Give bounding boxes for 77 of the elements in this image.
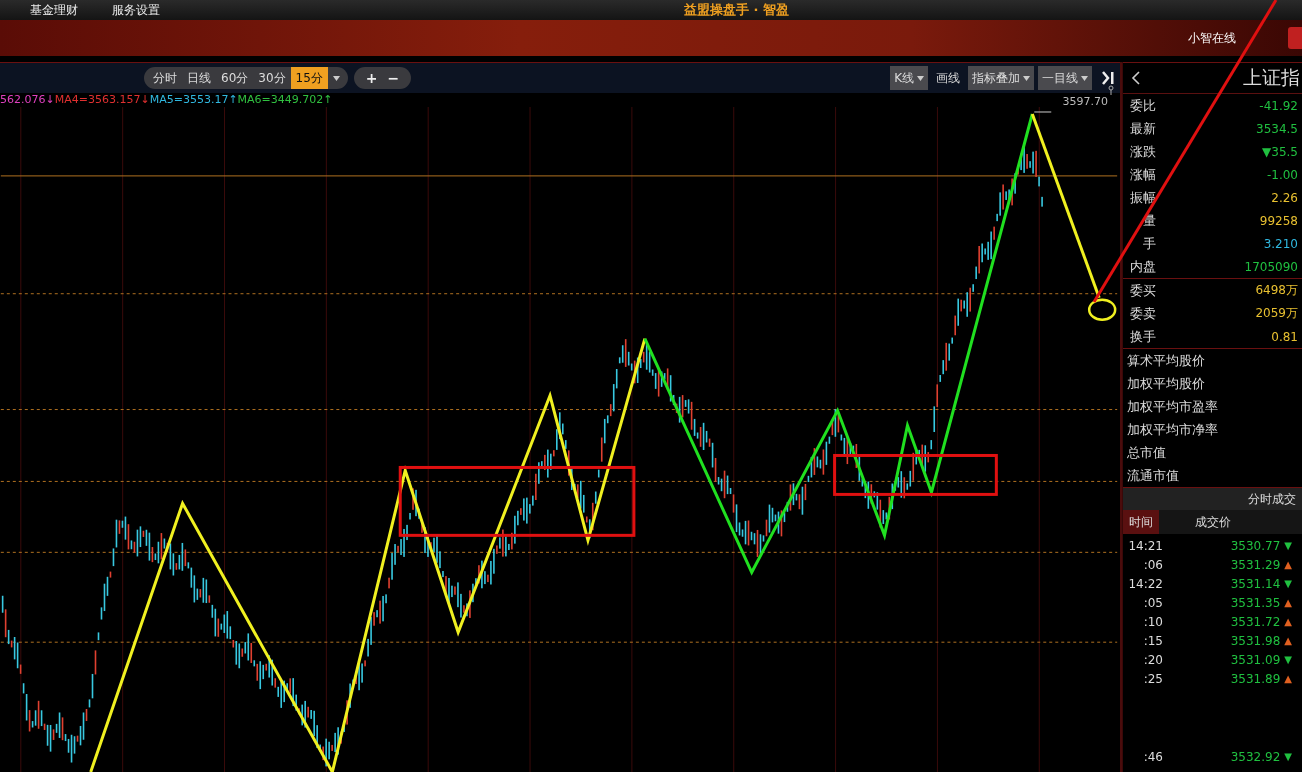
stat-value: 2059万 bbox=[1255, 305, 1298, 322]
stat-label: 手 bbox=[1142, 234, 1156, 253]
tick-time: 14:22 bbox=[1127, 576, 1163, 591]
tick-time: :10 bbox=[1142, 614, 1163, 629]
stat-label: 涨幅 bbox=[1129, 165, 1156, 184]
change-arrow: ▼ bbox=[1284, 654, 1292, 665]
column-header[interactable]: 时间 bbox=[1123, 510, 1159, 534]
period-tab[interactable]: 日线 bbox=[182, 67, 216, 89]
zoom-button[interactable]: − bbox=[387, 70, 400, 86]
app-title: 益盟操盘手 · 智盈 bbox=[684, 1, 789, 19]
period-tab[interactable]: 60分 bbox=[216, 67, 254, 89]
indicator-item[interactable]: 加权平均市净率 bbox=[1123, 418, 1302, 441]
ma-value: MA5=3553.17↑ bbox=[149, 93, 238, 107]
toolbar-button[interactable]: K线 bbox=[890, 66, 928, 90]
tick-price: 3531.09 bbox=[1230, 652, 1281, 667]
stat-value: ▼35.5 bbox=[1262, 144, 1298, 159]
tick-time: :06 bbox=[1142, 557, 1163, 572]
stat-label: 最新 bbox=[1129, 119, 1156, 138]
menu-item[interactable]: 服务设置 bbox=[112, 1, 160, 19]
stat-value: 99258 bbox=[1259, 213, 1298, 228]
stat-value: 1705090 bbox=[1244, 259, 1298, 274]
tick-price: 3531.72 bbox=[1230, 614, 1281, 629]
toolbar-button[interactable]: 一目线 bbox=[1038, 66, 1092, 90]
tick-price: 3531.29 bbox=[1230, 557, 1281, 572]
high-price-label: 3597.70 bbox=[1062, 95, 1108, 108]
period-tab[interactable]: 30分 bbox=[253, 67, 291, 89]
indicator-item[interactable]: 算术平均股价 bbox=[1123, 349, 1302, 372]
index-title: 上证指 bbox=[1243, 65, 1300, 90]
change-arrow: ▲ bbox=[1284, 635, 1292, 646]
stat-label: 内盘 bbox=[1129, 257, 1156, 276]
change-arrow: ▼ bbox=[1284, 540, 1292, 551]
toolbar-button[interactable]: 指标叠加 bbox=[968, 66, 1034, 90]
menu-item[interactable]: 基金理财 bbox=[30, 1, 78, 19]
stat-value: -41.92 bbox=[1259, 98, 1298, 113]
tick-price: 3532.92 bbox=[1230, 749, 1281, 764]
stat-label: 委卖 bbox=[1129, 304, 1156, 323]
tick-price: 3530.77 bbox=[1230, 538, 1281, 553]
period-tab[interactable]: 15分 bbox=[290, 67, 328, 89]
tick-time: :20 bbox=[1142, 652, 1163, 667]
change-arrow: ▲ bbox=[1284, 597, 1292, 608]
tick-time: :25 bbox=[1142, 671, 1163, 686]
online-status[interactable]: 小智在线 bbox=[1188, 29, 1236, 47]
ma-value: 562.076↓ bbox=[0, 93, 55, 107]
indicator-item[interactable]: 流通市值 bbox=[1123, 464, 1302, 487]
panel-header: 分时成交 bbox=[1123, 487, 1302, 510]
stat-value: 2.26 bbox=[1271, 190, 1298, 205]
zoom-button[interactable]: + bbox=[365, 70, 378, 86]
indicator-item[interactable]: 加权平均股价 bbox=[1123, 372, 1302, 395]
tick-price: 3531.35 bbox=[1230, 595, 1281, 610]
ma-value: MA6=3449.702↑ bbox=[237, 93, 333, 107]
indicator-item[interactable]: 加权平均市盈率 bbox=[1123, 395, 1302, 418]
tick-time: :46 bbox=[1142, 749, 1163, 764]
stat-value: 3.210 bbox=[1263, 236, 1298, 251]
stat-label: 涨跌 bbox=[1129, 142, 1156, 161]
change-arrow: ▲ bbox=[1284, 559, 1292, 570]
stat-value: -1.00 bbox=[1266, 167, 1298, 182]
stat-label: 委买 bbox=[1129, 281, 1156, 300]
tick-price: 3531.14 bbox=[1230, 576, 1281, 591]
stat-value: 6498万 bbox=[1255, 282, 1298, 299]
stat-label: 换手 bbox=[1129, 327, 1156, 346]
column-header[interactable]: 成交价 bbox=[1189, 510, 1237, 534]
change-arrow: ▼ bbox=[1284, 578, 1292, 589]
change-arrow: ▲ bbox=[1284, 616, 1292, 627]
stat-value: 3534.5 bbox=[1256, 121, 1298, 136]
tick-price: 3531.89 bbox=[1230, 671, 1281, 686]
tick-time: :05 bbox=[1142, 595, 1163, 610]
change-arrow: ▼ bbox=[1284, 751, 1292, 762]
period-tab[interactable]: 分时 bbox=[148, 67, 182, 89]
tick-time: 14:21 bbox=[1127, 538, 1163, 553]
change-arrow: ▲ bbox=[1284, 673, 1292, 684]
stat-value: 0.81 bbox=[1271, 329, 1298, 344]
stat-label: 委比 bbox=[1129, 96, 1156, 115]
indicator-item[interactable]: 总市值 bbox=[1123, 441, 1302, 464]
toolbar-button[interactable]: 画线 bbox=[932, 66, 964, 90]
tick-price: 3531.98 bbox=[1230, 633, 1281, 648]
tick-time: :15 bbox=[1142, 633, 1163, 648]
ma-value: MA4=3563.157↓ bbox=[54, 93, 150, 107]
